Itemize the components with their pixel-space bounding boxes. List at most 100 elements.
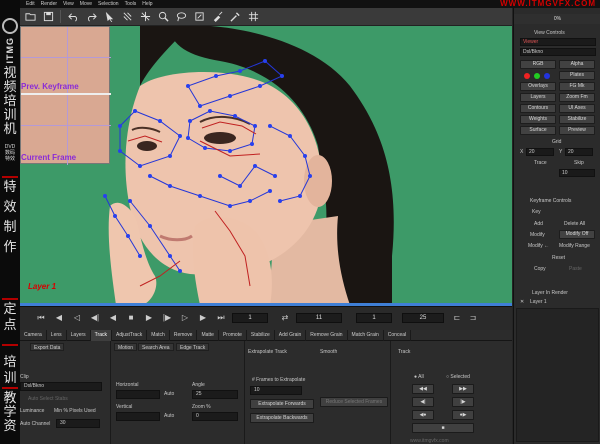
blue-channel-dot[interactable] xyxy=(544,73,550,79)
tab-remove[interactable]: Remove xyxy=(170,330,198,341)
tab-matte[interactable]: Matte xyxy=(197,330,219,341)
grid-icon[interactable] xyxy=(247,10,260,23)
skip-field[interactable]: 10 xyxy=(559,169,595,177)
all-radio[interactable]: ● All xyxy=(414,374,424,380)
redo-icon[interactable] xyxy=(85,10,98,23)
menu-help[interactable]: Help xyxy=(142,1,152,7)
brush-icon[interactable] xyxy=(211,10,224,23)
in-frame-field[interactable]: 1 xyxy=(356,313,392,323)
preview-button[interactable]: Preview xyxy=(559,126,595,135)
tab-promote[interactable]: Promote xyxy=(219,330,247,341)
red-channel-dot[interactable] xyxy=(524,73,530,79)
track-fwd-button[interactable]: ▶▶ xyxy=(452,384,474,394)
ui-axes-button[interactable]: UI Axes xyxy=(559,104,595,113)
subtab-motion[interactable]: Motion xyxy=(114,343,138,351)
clip-dropdown[interactable]: Dsl/Bkno xyxy=(20,382,102,391)
track-key-fwd-button[interactable]: ●▶ xyxy=(452,410,474,420)
grid-x-field[interactable]: 20 xyxy=(526,148,554,156)
folder-open-icon[interactable] xyxy=(24,10,37,23)
zoom-fm-button[interactable]: Zoom Fm xyxy=(559,93,595,102)
auto-select-label[interactable]: Auto Select Stabs xyxy=(28,396,68,402)
luminance-label[interactable]: Luminance xyxy=(20,408,44,414)
reset-button[interactable]: Reset xyxy=(552,255,565,261)
selected-radio[interactable]: ○ Selected xyxy=(446,374,470,380)
reduce-selected-button[interactable]: Reduce Selected Frames xyxy=(320,397,388,407)
eyedropper-icon[interactable] xyxy=(229,10,242,23)
layer-remove-icon[interactable]: ✕ xyxy=(520,299,524,305)
tab-conceal[interactable]: Conceal xyxy=(384,330,412,341)
delete-all-button[interactable]: Delete All xyxy=(564,221,585,227)
save-icon[interactable] xyxy=(42,10,55,23)
weights-button[interactable]: Weights xyxy=(520,115,556,124)
tab-layers[interactable]: Layers xyxy=(67,330,91,341)
surface-button[interactable]: Surface xyxy=(520,126,556,135)
tab-remove-grain[interactable]: Remove Grain xyxy=(306,330,348,341)
stop-icon[interactable]: ■ xyxy=(126,313,136,323)
tab-match[interactable]: Match xyxy=(147,330,170,341)
track-back-icon[interactable]: ◀ xyxy=(108,313,118,323)
step-back-icon[interactable]: ◀ xyxy=(54,313,64,323)
play-back-icon[interactable]: ◁ xyxy=(72,313,82,323)
track-step-fwd-button[interactable]: |▶ xyxy=(452,397,474,407)
go-start-icon[interactable]: ⏮ xyxy=(36,313,46,323)
paint-icon[interactable] xyxy=(193,10,206,23)
track-key-back-button[interactable]: ◀● xyxy=(412,410,434,420)
set-in-icon[interactable]: ⊏ xyxy=(452,313,462,323)
modify-prev-button[interactable]: Modify ← xyxy=(528,243,549,249)
transform-icon[interactable] xyxy=(121,10,134,23)
set-out-icon[interactable]: ⊐ xyxy=(468,313,478,323)
frames-extrapolate-field[interactable]: 10 xyxy=(250,386,302,395)
end-frame-field[interactable]: 25 xyxy=(402,313,444,323)
stabilize-button[interactable]: Stabilize xyxy=(559,115,595,124)
viewer-select[interactable]: Viewer xyxy=(520,38,596,46)
zoom-icon[interactable] xyxy=(157,10,170,23)
add-key-button[interactable]: Add xyxy=(534,221,543,227)
tab-adjusttrack[interactable]: AdjustTrack xyxy=(112,330,148,341)
prev-key-icon[interactable]: ◀| xyxy=(90,313,100,323)
next-key-icon[interactable]: |▶ xyxy=(162,313,172,323)
paste-button[interactable]: Paste xyxy=(569,266,582,272)
contours-button[interactable]: Contours xyxy=(520,104,556,113)
image-viewer[interactable]: Prev. Keyframe Current Frame Layer 1 xyxy=(20,26,512,305)
extrapolate-backwards-button[interactable]: Extrapolate Backwards xyxy=(250,413,314,423)
menu-view[interactable]: View xyxy=(63,1,74,7)
auto-channel-label[interactable]: Auto Channel xyxy=(20,421,50,427)
menu-edit[interactable]: Edit xyxy=(26,1,35,7)
tab-stabilize[interactable]: Stabilize xyxy=(247,330,275,341)
lasso-icon[interactable] xyxy=(175,10,188,23)
subtab-export-data[interactable]: Export Data xyxy=(30,343,65,351)
tab-add-grain[interactable]: Add Grain xyxy=(275,330,307,341)
tab-track[interactable]: Track xyxy=(90,330,112,341)
overlays-button[interactable]: Overlays xyxy=(520,82,556,91)
menu-tools[interactable]: Tools xyxy=(125,1,137,7)
undo-icon[interactable] xyxy=(67,10,80,23)
go-end-icon[interactable]: ⏭ xyxy=(216,313,226,323)
start-frame-field[interactable]: 1 xyxy=(232,313,268,323)
menu-move[interactable]: Move xyxy=(80,1,92,7)
modify-button[interactable]: Modify xyxy=(530,232,545,238)
current-frame-field[interactable]: 11 xyxy=(296,313,342,323)
plates-button[interactable]: Plates xyxy=(559,71,595,80)
horizontal-auto-checkbox[interactable]: Auto xyxy=(164,391,174,397)
copy-button[interactable]: Copy xyxy=(534,266,546,272)
tab-camera[interactable]: Camera xyxy=(20,330,47,341)
move-point-icon[interactable] xyxy=(139,10,152,23)
green-channel-dot[interactable] xyxy=(534,73,540,79)
loop-icon[interactable]: ⇄ xyxy=(280,313,290,323)
modify-off-button[interactable]: Modify Off xyxy=(559,230,595,239)
tab-lens[interactable]: Lens xyxy=(47,330,67,341)
clip-select[interactable]: Dsl/Bkno xyxy=(520,48,596,56)
vertical-field[interactable] xyxy=(116,412,160,421)
extrapolate-forwards-button[interactable]: Extrapolate Forwards xyxy=(250,399,314,409)
step-fwd-icon[interactable]: ▶ xyxy=(198,313,208,323)
horizontal-field[interactable] xyxy=(116,390,160,399)
modify-range-button[interactable]: Modify Range xyxy=(559,243,590,249)
zoom-field[interactable]: 0 xyxy=(192,412,238,421)
subtab-search-area[interactable]: Search Area xyxy=(138,343,174,351)
pointer-icon[interactable] xyxy=(103,10,116,23)
menu-render[interactable]: Render xyxy=(41,1,57,7)
play-fwd-icon[interactable]: ▷ xyxy=(180,313,190,323)
subtab-edge-track[interactable]: Edge Track xyxy=(176,343,210,351)
layer-list-item[interactable]: Layer 1 xyxy=(530,299,547,305)
layers-button[interactable]: Layers xyxy=(520,93,556,102)
